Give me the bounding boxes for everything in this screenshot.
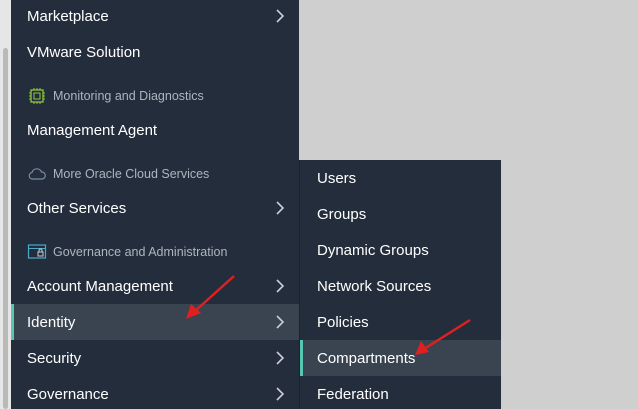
- chevron-right-icon: [276, 279, 285, 293]
- menu-item-label: VMware Solution: [27, 43, 141, 61]
- menu-item-label: Security: [27, 349, 82, 367]
- section-label: Monitoring and Diagnostics: [53, 89, 204, 103]
- submenu-item-federation[interactable]: Federation: [300, 376, 501, 409]
- submenu-item-label: Users: [317, 169, 357, 187]
- menu-item-vmware-solution[interactable]: VMware Solution: [11, 34, 299, 70]
- menu-item-label: Management Agent: [27, 121, 158, 139]
- menu-item-management-agent[interactable]: Management Agent: [11, 112, 299, 148]
- menu-item-marketplace[interactable]: Marketplace: [11, 0, 299, 34]
- menu-item-other-services[interactable]: Other Services: [11, 190, 299, 226]
- cloud-icon: [28, 168, 46, 180]
- menu-item-security[interactable]: Security: [11, 340, 299, 376]
- submenu-item-compartments[interactable]: Compartments: [300, 340, 501, 376]
- submenu-item-label: Groups: [317, 205, 367, 223]
- submenu-item-label: Federation: [317, 385, 389, 403]
- section-more-oracle-cloud-services: More Oracle Cloud Services: [27, 165, 209, 183]
- submenu-item-groups[interactable]: Groups: [300, 196, 501, 232]
- menu-item-label: Other Services: [27, 199, 127, 217]
- menu-item-label: Governance: [27, 385, 109, 403]
- scrollbar-thumb[interactable]: [3, 48, 8, 409]
- submenu-item-label: Network Sources: [317, 277, 432, 295]
- chevron-right-icon: [276, 387, 285, 401]
- scrollbar-track[interactable]: [0, 0, 11, 409]
- submenu-item-policies[interactable]: Policies: [300, 304, 501, 340]
- chevron-right-icon: [276, 351, 285, 365]
- section-label: Governance and Administration: [53, 245, 228, 259]
- navigation-menu: Marketplace VMware Solution Monitoring a…: [11, 0, 299, 409]
- section-governance-administration: Governance and Administration: [27, 243, 227, 261]
- chevron-right-icon: [276, 9, 285, 23]
- menu-item-identity[interactable]: Identity: [11, 304, 299, 340]
- submenu-item-label: Compartments: [317, 349, 416, 367]
- menu-item-label: Account Management: [27, 277, 173, 295]
- submenu-item-label: Policies: [317, 313, 369, 331]
- section-label: More Oracle Cloud Services: [53, 167, 210, 181]
- menu-item-label: Marketplace: [27, 7, 109, 25]
- submenu-item-dynamic-groups[interactable]: Dynamic Groups: [300, 232, 501, 268]
- menu-item-account-management[interactable]: Account Management: [11, 268, 299, 304]
- submenu-item-network-sources[interactable]: Network Sources: [300, 268, 501, 304]
- chevron-right-icon: [276, 201, 285, 215]
- section-monitoring-diagnostics: Monitoring and Diagnostics: [27, 87, 204, 105]
- submenu-item-label: Dynamic Groups: [317, 241, 429, 259]
- chip-icon: [29, 88, 45, 104]
- chevron-right-icon: [276, 315, 285, 329]
- identity-submenu: Users Groups Dynamic Groups Network Sour…: [299, 160, 501, 409]
- submenu-item-users[interactable]: Users: [300, 160, 501, 196]
- menu-item-governance[interactable]: Governance: [11, 376, 299, 409]
- menu-item-label: Identity: [27, 313, 76, 331]
- admin-console-icon: [27, 244, 47, 259]
